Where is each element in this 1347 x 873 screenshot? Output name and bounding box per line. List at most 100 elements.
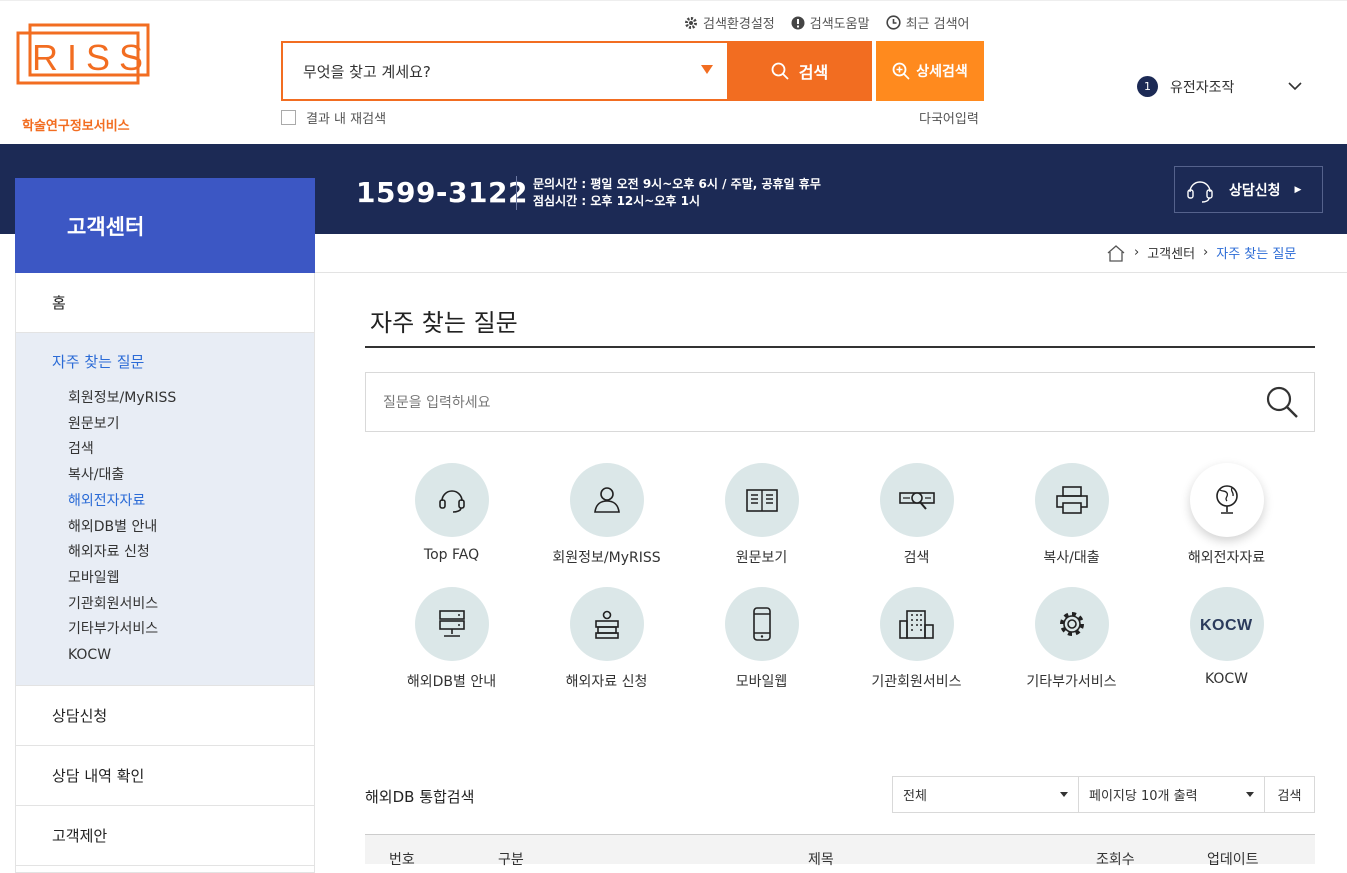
- headset-icon: [435, 483, 469, 517]
- category-search[interactable]: 검색: [839, 463, 994, 567]
- column-header: 번호: [389, 849, 415, 869]
- category-circle: [1035, 587, 1109, 661]
- category-label: KOCW: [1205, 671, 1248, 687]
- recent-searches-link[interactable]: 최근 검색어: [886, 13, 970, 32]
- breadcrumb-separator-icon: ›: [1134, 245, 1139, 260]
- faq-category-grid: Top FAQ 회원정보/MyRISS 원문보기 검색 복사/대출 해외전자자료: [374, 463, 1304, 691]
- db-filter-select[interactable]: 전체: [892, 776, 1079, 813]
- advanced-search-button[interactable]: 상세검색: [876, 41, 984, 101]
- sidebar-subitem[interactable]: KOCW: [52, 643, 314, 669]
- breadcrumb-help-center[interactable]: 고객센터: [1147, 243, 1195, 262]
- title-divider: [365, 346, 1315, 348]
- search-icon: [771, 62, 789, 80]
- category-kocw[interactable]: KOCW KOCW: [1149, 587, 1304, 691]
- search-settings-link[interactable]: 검색환경설정: [684, 13, 775, 32]
- main-search-input[interactable]: 무엇을 찾고 계세요?: [281, 41, 727, 101]
- category-label: 해외자료 신청: [566, 671, 648, 691]
- sidebar-subitem[interactable]: 해외DB별 안내: [52, 515, 314, 541]
- sidebar-subitem-active[interactable]: 해외전자자료: [52, 489, 314, 515]
- search-icon[interactable]: [1264, 384, 1300, 420]
- chevron-down-icon[interactable]: [1288, 81, 1302, 91]
- search-settings-label: 검색환경설정: [703, 13, 775, 32]
- sidebar-subitem[interactable]: 해외자료 신청: [52, 540, 314, 566]
- consult-request-button[interactable]: 상담신청 ▶: [1174, 166, 1323, 213]
- printer-icon: [1054, 483, 1090, 517]
- category-copy-loan[interactable]: 복사/대출: [994, 463, 1149, 567]
- multilang-input-link[interactable]: 다국어입력: [919, 108, 979, 127]
- top-menu: 검색환경설정 검색도움말 최근 검색어: [684, 13, 970, 32]
- research-checkbox[interactable]: [281, 110, 296, 125]
- mobile-icon: [745, 606, 779, 642]
- server-icon: [435, 607, 469, 641]
- faq-search-input[interactable]: 질문을 입력하세요: [365, 372, 1315, 432]
- header: RISS 학술연구정보서비스 검색환경설정 검색도움말 최근 검색어 무엇을 찾…: [0, 0, 1347, 144]
- research-within-results[interactable]: 결과 내 재검색: [281, 108, 386, 127]
- building-icon: [898, 607, 936, 641]
- sidebar-item-faq[interactable]: 자주 찾는 질문: [52, 351, 314, 372]
- page-title: 자주 찾는 질문: [370, 303, 518, 338]
- category-overseas-db[interactable]: 해외DB별 안내: [374, 587, 529, 691]
- category-label: 회원정보/MyRISS: [552, 547, 660, 567]
- sidebar-subitem[interactable]: 검색: [52, 437, 314, 463]
- play-arrow-icon: ▶: [1295, 185, 1302, 195]
- db-table-header: 번호 구분 제목 조회수 업데이트: [365, 834, 1315, 864]
- sidebar-subitem[interactable]: 기관회원서비스: [52, 592, 314, 618]
- info-icon: [791, 16, 805, 30]
- category-member[interactable]: 회원정보/MyRISS: [529, 463, 684, 567]
- category-fulltext[interactable]: 원문보기: [684, 463, 839, 567]
- riss-logo-icon: RISS: [16, 23, 150, 87]
- category-overseas-request[interactable]: 해외자료 신청: [529, 587, 684, 691]
- sidebar-subitem[interactable]: 원문보기: [52, 412, 314, 438]
- search-help-link[interactable]: 검색도움말: [791, 13, 870, 32]
- home-icon[interactable]: [1106, 244, 1126, 262]
- search-button-label: 검색: [799, 59, 828, 83]
- divider: [315, 272, 1347, 273]
- sidebar-subitem[interactable]: 회원정보/MyRISS: [52, 386, 314, 412]
- sidebar-item-consult[interactable]: 상담신청: [16, 686, 314, 746]
- category-circle-active: [1190, 463, 1264, 537]
- search-button[interactable]: 검색: [727, 41, 872, 101]
- db-perpage-select[interactable]: 페이지당 10개 출력: [1078, 776, 1265, 813]
- db-search-title: 해외DB 통합검색: [365, 786, 474, 807]
- sidebar-item-home[interactable]: 홈: [16, 273, 314, 333]
- user-badge: 1: [1137, 76, 1158, 97]
- gear-icon: [684, 16, 698, 30]
- user-session[interactable]: 1 유전자조작: [1137, 76, 1234, 97]
- category-overseas-eresource[interactable]: 해외전자자료: [1149, 463, 1304, 567]
- sidebar-subitem[interactable]: 기타부가서비스: [52, 617, 314, 643]
- search-doc-icon: [898, 483, 936, 517]
- faq-search-placeholder: 질문을 입력하세요: [383, 392, 491, 412]
- dropdown-arrow-icon: [1246, 792, 1254, 797]
- sidebar-subitem[interactable]: 복사/대출: [52, 463, 314, 489]
- category-circle: [725, 463, 799, 537]
- dropdown-arrow-icon: [1060, 792, 1068, 797]
- breadcrumb-current[interactable]: 자주 찾는 질문: [1216, 243, 1296, 262]
- category-circle: [570, 463, 644, 537]
- db-perpage-value: 페이지당 10개 출력: [1089, 785, 1198, 804]
- sidebar-item-history[interactable]: 상담 내역 확인: [16, 746, 314, 806]
- column-header: 구분: [498, 849, 524, 869]
- db-search-button[interactable]: 검색: [1264, 776, 1315, 813]
- search-help-label: 검색도움말: [810, 13, 870, 32]
- search-input-text: 무엇을 찾고 계세요?: [303, 61, 431, 82]
- riss-logo[interactable]: RISS 학술연구정보서비스: [14, 19, 154, 119]
- consult-request-label: 상담신청: [1229, 180, 1281, 200]
- sidebar-subitem[interactable]: 모바일웹: [52, 566, 314, 592]
- category-label: 검색: [904, 547, 930, 567]
- user-name: 유전자조작: [1170, 77, 1234, 97]
- db-filter-value: 전체: [903, 785, 927, 804]
- zoom-plus-icon: [892, 62, 910, 80]
- category-label: Top FAQ: [424, 547, 479, 563]
- column-header: 업데이트: [1207, 849, 1259, 869]
- column-header: 제목: [808, 849, 834, 869]
- category-top-faq[interactable]: Top FAQ: [374, 463, 529, 567]
- category-label: 기타부가서비스: [1026, 671, 1116, 691]
- category-institution[interactable]: 기관회원서비스: [839, 587, 994, 691]
- category-label: 원문보기: [736, 547, 788, 567]
- search-dropdown-arrow-icon[interactable]: [701, 65, 713, 74]
- category-circle: [725, 587, 799, 661]
- svg-text:KOCW: KOCW: [1200, 617, 1253, 634]
- category-label: 기관회원서비스: [871, 671, 961, 691]
- category-mobile[interactable]: 모바일웹: [684, 587, 839, 691]
- category-extra-services[interactable]: 기타부가서비스: [994, 587, 1149, 691]
